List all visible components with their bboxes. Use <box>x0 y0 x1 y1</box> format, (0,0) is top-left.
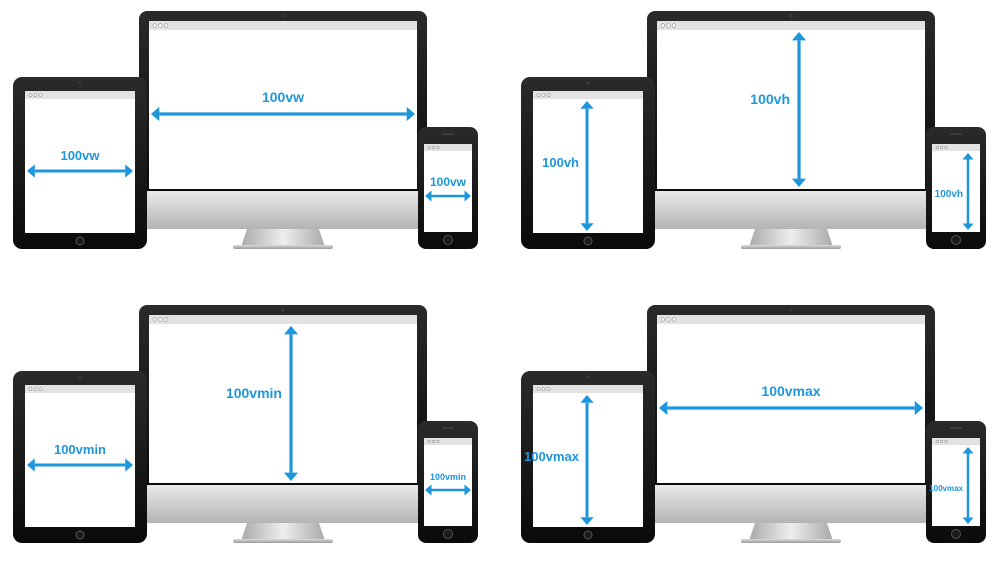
home-button-icon <box>583 530 593 540</box>
desktop-label: 100vmax <box>761 383 820 399</box>
monitor-stand <box>749 523 833 541</box>
home-button-icon <box>443 235 453 245</box>
desktop-device: 100vmax <box>647 305 935 543</box>
browser-title-bar <box>149 21 417 30</box>
phone-screen <box>932 144 980 232</box>
camera-icon <box>789 308 793 312</box>
browser-title-bar <box>932 144 980 151</box>
desktop-device: 100vw <box>139 11 427 249</box>
tablet-label: 100vw <box>60 148 100 163</box>
monitor-chin <box>139 485 427 523</box>
window-controls-icon <box>427 439 440 443</box>
browser-title-bar <box>149 315 417 324</box>
desktop-label: 100vmin <box>226 385 282 401</box>
monitor-stand <box>749 229 833 247</box>
monitor-base <box>741 245 841 249</box>
home-button-icon <box>951 529 961 539</box>
desktop-label: 100vh <box>750 91 790 107</box>
window-controls-icon <box>152 317 169 322</box>
phone-device: 100vh <box>926 127 986 249</box>
desktop-label: 100vw <box>262 89 304 105</box>
window-controls-icon <box>536 93 551 97</box>
tablet-device: 100vmin <box>13 371 147 543</box>
window-controls-icon <box>935 146 948 150</box>
browser-title-bar <box>424 144 472 151</box>
tablet-label: 100vmax <box>524 449 580 464</box>
camera-icon <box>78 81 82 85</box>
phone-screen <box>932 438 980 526</box>
tablet-device: 100vmax <box>521 371 655 543</box>
tablet-label: 100vmin <box>54 442 106 457</box>
panel-vh: 100vh 100vh 100vh <box>521 11 986 249</box>
monitor-chin <box>647 485 935 523</box>
desktop-device: 100vmin <box>139 305 427 543</box>
phone-device: 100vw <box>418 127 478 249</box>
camera-icon <box>586 375 590 379</box>
camera-icon <box>78 375 82 379</box>
monitor-stand <box>241 523 325 541</box>
phone-label: 100vmin <box>430 472 466 482</box>
monitor-chin <box>139 191 427 229</box>
speaker-icon <box>950 427 962 429</box>
browser-title-bar <box>932 438 980 445</box>
monitor-base <box>233 539 333 543</box>
panel-vmax: 100vmax 100vmax 100vmax <box>521 305 986 543</box>
panel-vw: 100vw 100vw 100vw <box>13 11 478 249</box>
phone-screen <box>424 438 472 526</box>
window-controls-icon <box>935 439 948 443</box>
window-controls-icon <box>427 146 440 150</box>
camera-icon <box>789 14 793 18</box>
monitor-stand <box>241 229 325 247</box>
browser-title-bar <box>657 21 925 30</box>
window-controls-icon <box>536 387 551 391</box>
monitor-base <box>741 539 841 543</box>
home-button-icon <box>75 236 85 246</box>
panel-vmin: 100vmin 100vmin 100vmin <box>13 305 478 543</box>
home-button-icon <box>583 236 593 246</box>
browser-title-bar <box>657 315 925 324</box>
camera-icon <box>281 308 285 312</box>
desktop-device: 100vh <box>647 11 935 249</box>
monitor-screen <box>149 21 417 189</box>
window-controls-icon <box>660 23 677 28</box>
home-button-icon <box>951 235 961 245</box>
phone-label: 100vw <box>430 175 467 189</box>
window-controls-icon <box>28 387 43 391</box>
phone-device: 100vmax <box>926 421 986 543</box>
window-controls-icon <box>660 317 677 322</box>
viewport-units-diagram: 100vw100vw100vw100vh100vh100vh100vmin100… <box>13 11 986 543</box>
camera-icon <box>586 81 590 85</box>
window-controls-icon <box>152 23 169 28</box>
home-button-icon <box>443 529 453 539</box>
speaker-icon <box>442 133 454 135</box>
tablet-device: 100vh <box>521 77 655 249</box>
phone-device: 100vmin <box>418 421 478 543</box>
phone-label: 100vmax <box>929 484 963 493</box>
monitor-base <box>233 245 333 249</box>
window-controls-icon <box>28 93 43 97</box>
camera-icon <box>281 14 285 18</box>
tablet-label: 100vh <box>542 155 579 170</box>
monitor-screen <box>149 315 417 483</box>
speaker-icon <box>950 133 962 135</box>
monitor-screen <box>657 21 925 189</box>
home-button-icon <box>75 530 85 540</box>
tablet-device: 100vw <box>13 77 147 249</box>
phone-label: 100vh <box>935 189 963 200</box>
browser-title-bar <box>424 438 472 445</box>
monitor-screen <box>657 315 925 483</box>
speaker-icon <box>442 427 454 429</box>
monitor-chin <box>647 191 935 229</box>
